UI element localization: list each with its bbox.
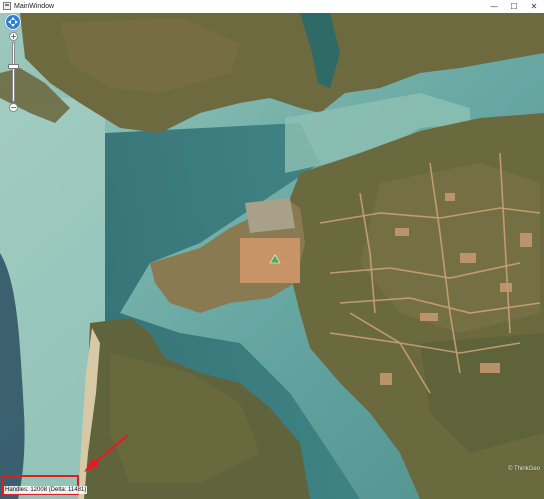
handles-status-text: Handles: 12008 (Delta: 11481) (4, 486, 88, 494)
airfield (240, 238, 300, 283)
zoom-slider-track[interactable] (12, 42, 15, 102)
map-view[interactable]: + − © ThinkGeo Handles: 12008 (Delta: 11… (0, 13, 544, 499)
zoom-slider-thumb[interactable] (8, 64, 19, 69)
window-title: MainWindow (14, 3, 55, 10)
close-button[interactable]: ✕ (524, 0, 544, 13)
zoom-out-button[interactable]: − (9, 103, 18, 112)
maximize-button[interactable]: ☐ (504, 0, 524, 13)
map-watermark: © ThinkGeo (508, 466, 540, 472)
window-controls: — ☐ ✕ (484, 0, 544, 13)
main-window: MainWindow — ☐ ✕ + − © ThinkGeo Handles:… (0, 0, 544, 499)
app-icon (3, 2, 11, 10)
title-bar[interactable]: MainWindow — ☐ ✕ (0, 0, 544, 14)
minimize-button[interactable]: — (484, 0, 504, 13)
zoom-in-button[interactable]: + (9, 32, 18, 41)
pan-arrows-icon[interactable] (5, 14, 21, 30)
zoom-control: + − (5, 14, 23, 114)
town-buildings (245, 198, 295, 233)
satellite-map (0, 13, 544, 499)
